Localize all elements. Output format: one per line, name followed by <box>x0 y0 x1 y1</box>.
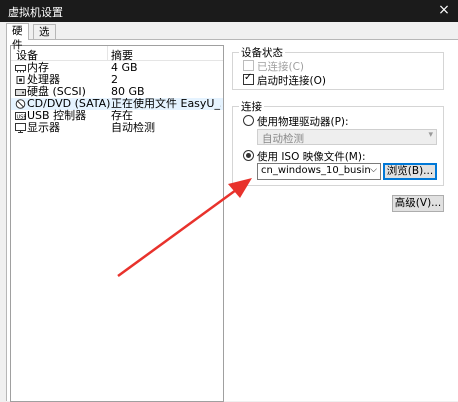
connect-at-power-on-checkbox[interactable]: ✓ <box>243 72 254 85</box>
connection-group: 连接 使用物理驱动器(P): 自动检测 ▾ 使用 ISO 映像文件(M): cn… <box>232 99 444 186</box>
device-summary: 80 GB <box>111 86 145 98</box>
advanced-button[interactable]: 高级(V)... <box>392 195 444 212</box>
column-header-summary[interactable]: 摘要 <box>111 47 133 63</box>
connected-label: 已连接(C) <box>257 61 305 73</box>
column-divider[interactable] <box>107 46 108 60</box>
connection-legend: 连接 <box>239 99 264 114</box>
physical-drive-value: 自动检测 <box>262 133 304 145</box>
use-iso-image-radio[interactable] <box>243 150 254 161</box>
iso-image-path-value: cn_windows_10_business_editi <box>261 165 371 176</box>
device-summary: 存在 <box>111 110 133 122</box>
chevron-down-icon[interactable]: ⌵ <box>370 165 377 175</box>
radio-selected-dot <box>246 153 251 158</box>
physical-drive-select[interactable]: 自动检测 ▾ <box>257 129 437 145</box>
device-summary: 自动检测 <box>111 122 155 134</box>
checkmark-icon: ✓ <box>244 72 253 83</box>
connected-checkbox[interactable] <box>243 60 254 71</box>
device-list-header: 设备 摘要 <box>11 46 223 63</box>
device-summary: 正在使用文件 EasyU_3.6.20... <box>111 98 221 110</box>
device-row-monitor[interactable]: 显示器 自动检测 <box>11 122 223 134</box>
processor-icon <box>16 76 25 84</box>
svg-text:USB: USB <box>17 115 27 121</box>
device-status-group: 设备状态 已连接(C) ✓ 启动时连接(O) <box>232 45 444 90</box>
cd-dvd-icon <box>15 99 26 109</box>
chevron-down-icon: ▾ <box>428 130 433 140</box>
iso-image-path-combo[interactable]: cn_windows_10_business_editi ⌵ <box>257 163 381 180</box>
device-status-legend: 设备状态 <box>239 45 285 60</box>
memory-icon <box>15 65 26 73</box>
title-bar: 虚拟机设置 × <box>0 0 458 22</box>
usb-icon: USB <box>15 112 27 121</box>
tab-options[interactable]: 选项 <box>33 24 56 52</box>
hard-disk-icon <box>15 89 26 96</box>
use-iso-image-label: 使用 ISO 映像文件(M): <box>257 151 366 163</box>
device-summary: 2 <box>111 74 118 86</box>
use-physical-drive-radio[interactable] <box>243 115 254 126</box>
window-title: 虚拟机设置 <box>8 6 63 19</box>
device-summary: 4 GB <box>111 62 138 74</box>
device-name: 显示器 <box>27 121 60 134</box>
monitor-icon <box>15 123 26 133</box>
use-physical-drive-label: 使用物理驱动器(P): <box>257 116 349 128</box>
browse-button[interactable]: 浏览(B)... <box>383 163 437 180</box>
device-list[interactable]: 设备 摘要 内存 4 GB 处理器 2 硬盘 (SCSI) 80 GB CD/D… <box>10 45 224 402</box>
close-icon[interactable]: × <box>436 2 452 18</box>
tab-hardware[interactable]: 硬件 <box>6 23 29 51</box>
connect-at-power-on-label: 启动时连接(O) <box>257 75 326 87</box>
